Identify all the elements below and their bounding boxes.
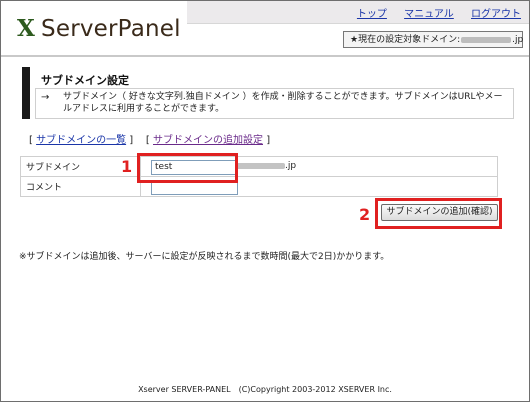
section-description: サブドメイン（ 好きな文字列.独自ドメイン ）を作成・削除することができます。サ… [63, 92, 503, 114]
nav-link-top[interactable]: トップ [357, 9, 387, 20]
tab-subdomain-add[interactable]: サブドメインの追加設定 [153, 135, 263, 146]
section-header: サブドメイン設定 → サブドメイン（ 好きな文字列.独自ドメイン ）を作成・削除… [22, 67, 514, 123]
form-row-subdomain: サブドメイン test .jp [20, 156, 498, 177]
page-title: サブドメイン設定 [41, 74, 129, 87]
bracket: [ [145, 135, 150, 146]
tab-subdomain-list[interactable]: サブドメインの一覧 [36, 135, 126, 146]
arrow-icon: → [41, 92, 50, 103]
current-domain-label: ★現在の設定対象ドメイン: [350, 35, 461, 45]
section-accent-bar [22, 67, 30, 119]
current-domain-suffix: .jp [512, 35, 524, 45]
page-frame: X ServerPanel トップ マニュアル ログアウト ★現在の設定対象ドメイ… [0, 0, 530, 402]
section-description-box: → サブドメイン（ 好きな文字列.独自ドメイン ）を作成・削除することができます… [35, 88, 514, 119]
domain-tld: .jp [285, 161, 297, 171]
step-1-number: 1 [121, 157, 133, 176]
redacted-domain [235, 162, 285, 169]
subdomain-domain-suffix: .jp [235, 161, 296, 171]
top-nav-bar: トップ マニュアル ログアウト [187, 1, 529, 24]
comment-label: コメント [20, 176, 141, 197]
bracket: [ [29, 135, 33, 146]
logo-mark: X [17, 15, 36, 42]
current-domain-box: ★現在の設定対象ドメイン: .jp [343, 31, 523, 48]
header: X ServerPanel トップ マニュアル ログアウト ★現在の設定対象ドメイ… [1, 1, 529, 53]
bracket: ] [129, 135, 134, 146]
step-2-highlight-box [375, 198, 502, 229]
subdomain-form: サブドメイン test .jp コメント [20, 156, 498, 197]
logo: X ServerPanel [17, 15, 181, 42]
logo-name: ServerPanel [41, 16, 181, 42]
sub-nav: [ サブドメインの一覧 ] [ サブドメインの追加設定 ] [29, 131, 270, 146]
bracket: ] [266, 135, 271, 146]
nav-link-logout[interactable]: ログアウト [471, 9, 521, 20]
header-divider [1, 55, 529, 57]
step-1-highlight-box [137, 153, 238, 183]
propagation-note: ※サブドメインは追加後、サーバーに設定が反映されるまで数時間(最大で2日)かかり… [19, 252, 390, 262]
footer-copyright: Xserver SERVER-PANEL (C)Copyright 2003-2… [138, 385, 392, 394]
step-2-number: 2 [359, 205, 371, 224]
form-row-comment: コメント [20, 176, 498, 197]
redacted-domain [461, 36, 512, 43]
nav-link-manual[interactable]: マニュアル [404, 9, 454, 20]
